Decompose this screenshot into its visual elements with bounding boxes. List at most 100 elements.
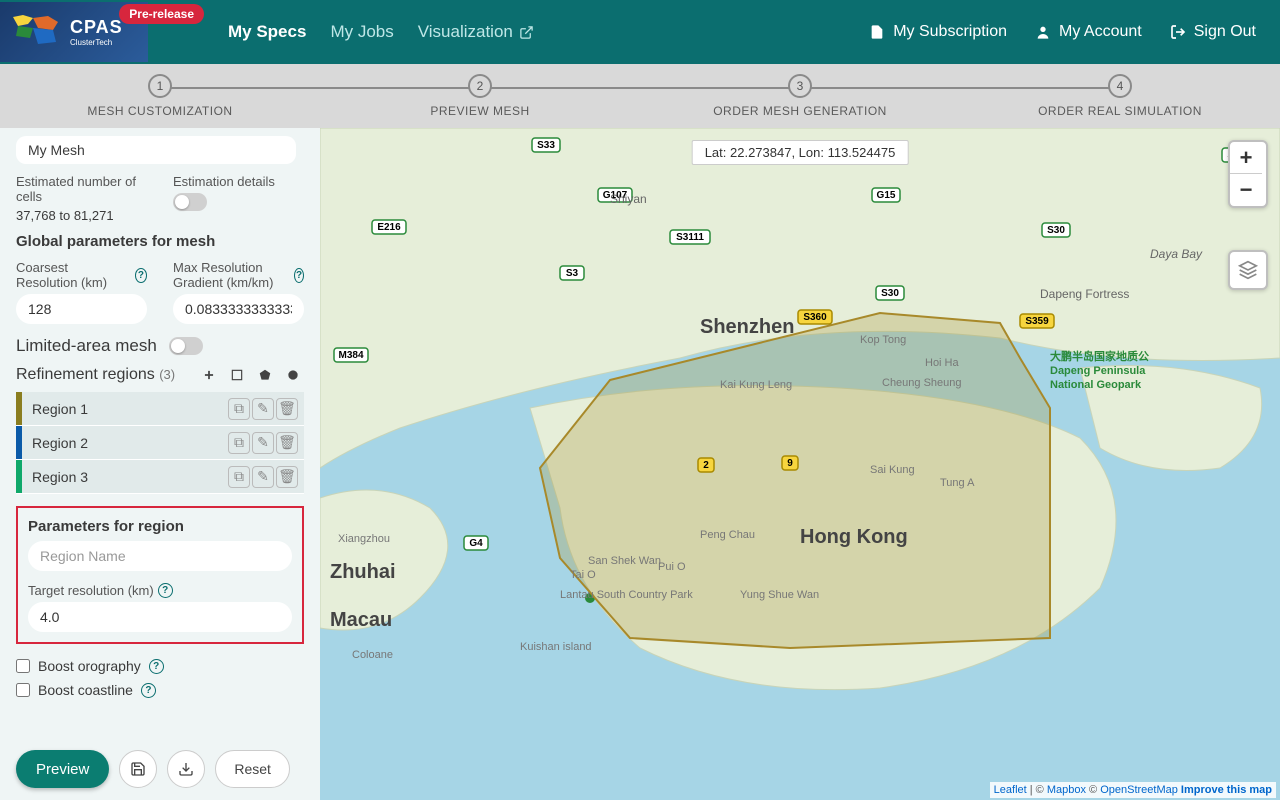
svg-text:Kuishan island: Kuishan island: [520, 641, 592, 653]
svg-text:9: 9: [787, 458, 793, 469]
help-icon[interactable]: ?: [158, 583, 173, 598]
edit-icon[interactable]: ✎: [252, 432, 274, 454]
logo[interactable]: CPAS ClusterTech Pre-release: [0, 2, 148, 62]
zoom-out-button[interactable]: −: [1230, 174, 1262, 206]
target-res-label: Target resolution (km): [28, 583, 154, 598]
nav-signout[interactable]: Sign Out: [1170, 23, 1256, 41]
nav-right: My Subscription My Account Sign Out: [869, 23, 1280, 41]
preview-button[interactable]: Preview: [16, 750, 109, 788]
step-3[interactable]: 3ORDER MESH GENERATION: [640, 74, 960, 118]
nav-visualization[interactable]: Visualization: [418, 22, 534, 42]
nav-left: My Specs My Jobs Visualization: [228, 22, 534, 42]
svg-text:G15: G15: [877, 190, 896, 201]
map[interactable]: Lat: 22.273847, Lon: 113.524475 + − S33: [320, 128, 1280, 800]
region-row[interactable]: Region 3⧉✎🗑: [16, 460, 304, 494]
region-name: Region 3: [32, 469, 228, 485]
ref-label: Refinement regions: [16, 366, 155, 383]
download-button[interactable]: [167, 750, 205, 788]
svg-text:大鹏半岛国家地质公: 大鹏半岛国家地质公: [1050, 349, 1149, 363]
delete-icon[interactable]: 🗑: [276, 466, 298, 488]
svg-text:Hoi Ha: Hoi Ha: [925, 357, 960, 369]
duplicate-icon[interactable]: ⧉: [228, 466, 250, 488]
region-list: Region 1⧉✎🗑 Region 2⧉✎🗑 Region 3⧉✎🗑: [16, 392, 304, 494]
details-label: Estimation details: [173, 174, 304, 189]
svg-text:G4: G4: [469, 538, 483, 549]
help-icon[interactable]: ?: [149, 659, 164, 674]
step-1[interactable]: 1MESH CUSTOMIZATION: [0, 74, 320, 118]
osm-link[interactable]: OpenStreetMap: [1100, 784, 1178, 796]
content: My Mesh Estimated number of cells 37,768…: [0, 128, 1280, 800]
nav-account[interactable]: My Account: [1035, 23, 1142, 41]
latlon-indicator: Lat: 22.273847, Lon: 113.524475: [692, 140, 909, 165]
svg-text:Shiyan: Shiyan: [610, 192, 647, 206]
duplicate-icon[interactable]: ⧉: [228, 398, 250, 420]
svg-text:San Shek Wan: San Shek Wan: [588, 555, 661, 567]
svg-text:National Geopark: National Geopark: [1050, 379, 1142, 391]
nav-my-specs[interactable]: My Specs: [228, 22, 306, 42]
svg-text:Dapeng Fortress: Dapeng Fortress: [1040, 287, 1129, 301]
lam-toggle[interactable]: [169, 337, 203, 355]
step-4[interactable]: 4ORDER REAL SIMULATION: [960, 74, 1280, 118]
nav-my-jobs[interactable]: My Jobs: [330, 22, 393, 42]
region-params-header: Parameters for region: [28, 518, 292, 535]
delete-icon[interactable]: 🗑: [276, 398, 298, 420]
svg-text:S30: S30: [881, 288, 899, 299]
target-res-input[interactable]: [28, 602, 292, 632]
circle-draw-icon[interactable]: [282, 364, 304, 386]
svg-text:Dapeng Peninsula: Dapeng Peninsula: [1050, 365, 1146, 377]
details-toggle[interactable]: [173, 193, 207, 211]
boost-orography-checkbox[interactable]: [16, 659, 30, 673]
svg-text:M384: M384: [338, 350, 363, 361]
svg-text:S360: S360: [803, 312, 827, 323]
polygon-draw-icon[interactable]: [254, 364, 276, 386]
nav-visualization-label: Visualization: [418, 22, 513, 42]
coarsest-input[interactable]: [16, 294, 147, 324]
coarsest-label: Coarsest Resolution (km): [16, 260, 131, 290]
lam-label: Limited-area mesh: [16, 336, 157, 356]
improve-map-link[interactable]: Improve this map: [1181, 784, 1272, 796]
svg-text:Tai O: Tai O: [570, 569, 596, 581]
cells-label: Estimated number of cells: [16, 174, 147, 204]
edit-icon[interactable]: ✎: [252, 398, 274, 420]
region-name-input[interactable]: [28, 541, 292, 571]
svg-text:Pui O: Pui O: [658, 561, 686, 573]
add-region-icon[interactable]: [198, 364, 220, 386]
region-color-bar: [16, 426, 22, 459]
download-icon: [178, 761, 194, 777]
help-icon[interactable]: ?: [135, 268, 147, 283]
svg-text:Macau: Macau: [330, 609, 392, 631]
boost-coastline-label: Boost coastline: [38, 682, 133, 698]
region-row[interactable]: Region 2⧉✎🗑: [16, 426, 304, 460]
zoom-in-button[interactable]: +: [1230, 142, 1262, 174]
mesh-name-chip[interactable]: My Mesh: [16, 136, 296, 164]
maxgrad-input[interactable]: [173, 294, 304, 324]
delete-icon[interactable]: 🗑: [276, 432, 298, 454]
edit-icon[interactable]: ✎: [252, 466, 274, 488]
svg-text:Xiangzhou: Xiangzhou: [338, 533, 390, 545]
boost-coastline-checkbox[interactable]: [16, 683, 30, 697]
region-color-bar: [16, 392, 22, 425]
layers-icon: [1238, 260, 1258, 280]
svg-text:S3: S3: [566, 268, 579, 279]
svg-text:Coloane: Coloane: [352, 649, 393, 661]
svg-text:E216: E216: [377, 222, 401, 233]
layers-button[interactable]: [1228, 250, 1268, 290]
leaflet-link[interactable]: Leaflet: [994, 784, 1027, 796]
mapbox-link[interactable]: Mapbox: [1047, 784, 1086, 796]
help-icon[interactable]: ?: [294, 268, 304, 283]
rect-draw-icon[interactable]: [226, 364, 248, 386]
region-name: Region 1: [32, 401, 228, 417]
nav-subscription[interactable]: My Subscription: [869, 23, 1007, 41]
reset-button[interactable]: Reset: [215, 750, 290, 788]
region-row[interactable]: Region 1⧉✎🗑: [16, 392, 304, 426]
save-button[interactable]: [119, 750, 157, 788]
boost-orography-label: Boost orography: [38, 658, 141, 674]
step-2[interactable]: 2PREVIEW MESH: [320, 74, 640, 118]
svg-text:S30: S30: [1047, 225, 1065, 236]
svg-text:Hong Kong: Hong Kong: [800, 526, 908, 548]
region-name: Region 2: [32, 435, 228, 451]
duplicate-icon[interactable]: ⧉: [228, 432, 250, 454]
logo-tagline: ClusterTech: [70, 38, 123, 47]
help-icon[interactable]: ?: [141, 683, 156, 698]
ref-count: (3): [159, 367, 175, 382]
